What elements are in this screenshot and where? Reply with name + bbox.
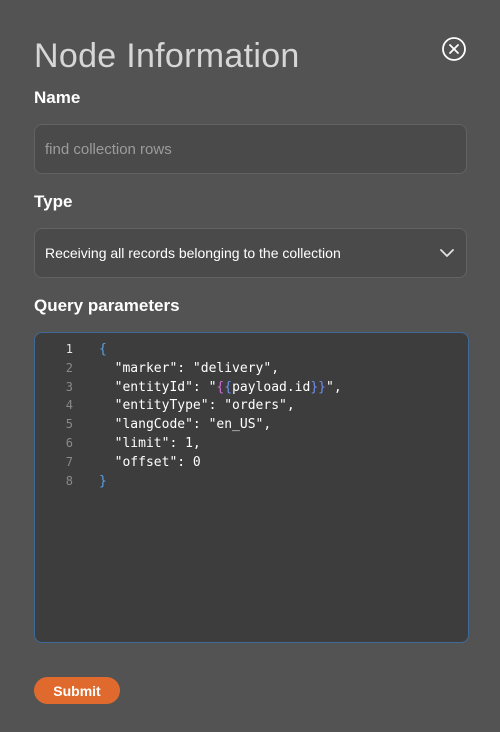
dialog-title: Node Information <box>34 37 300 75</box>
code-token: payload.id <box>232 379 311 395</box>
line-code: } <box>99 472 107 491</box>
code-line: 8} <box>35 472 468 491</box>
code-line: 4 "entityType": "orders", <box>35 396 468 415</box>
code-line: 6 "limit": 1, <box>35 434 468 453</box>
line-code: "limit": 1, <box>99 434 201 453</box>
code-token: "langCode": "en_US", <box>114 417 272 433</box>
type-label: Type <box>34 192 73 211</box>
name-label: Name <box>34 88 81 107</box>
name-field-container <box>34 124 467 174</box>
code-token: { <box>99 342 107 357</box>
code-line: 7 "offset": 0 <box>35 453 468 472</box>
type-select[interactable]: Receiving all records belonging to the c… <box>34 228 467 278</box>
line-code: "marker": "delivery", <box>99 359 279 378</box>
code-token: "marker": "delivery", <box>114 360 280 376</box>
line-code: "offset": 0 <box>99 453 201 472</box>
submit-button[interactable]: Submit <box>34 677 120 704</box>
code-token: "entityType": "orders", <box>114 398 295 414</box>
line-number: 3 <box>65 379 73 394</box>
close-button[interactable] <box>441 36 467 62</box>
code-line: 2 "marker": "delivery", <box>35 359 468 378</box>
code-line: 5 "langCode": "en_US", <box>35 415 468 434</box>
line-number: 5 <box>65 417 73 432</box>
name-input[interactable] <box>45 125 455 173</box>
code-token: "offset": 0 <box>114 454 201 470</box>
code-token: "entityId": " <box>114 379 217 395</box>
line-number: 2 <box>65 360 73 375</box>
chevron-down-icon <box>440 249 454 257</box>
line-number: 1 <box>65 342 73 356</box>
line-code: { <box>99 340 107 359</box>
code-token: }} <box>310 379 326 395</box>
query-parameters-label: Query parameters <box>34 296 180 315</box>
code-token: { <box>224 379 233 395</box>
close-circle-icon <box>442 37 466 61</box>
line-code: "entityId": "{{payload.id}}", <box>99 378 342 397</box>
code-token: "limit": 1, <box>114 436 201 451</box>
line-number: 8 <box>65 473 73 488</box>
line-number: 6 <box>65 436 73 450</box>
line-code: "entityType": "orders", <box>99 396 295 415</box>
node-information-dialog: Node Information Name Type Receiving all… <box>0 0 500 732</box>
line-number: 7 <box>65 454 73 469</box>
code-token: } <box>99 473 107 489</box>
code-token: ", <box>326 379 342 395</box>
line-number: 4 <box>65 398 73 413</box>
type-select-value: Receiving all records belonging to the c… <box>45 245 341 261</box>
line-code: "langCode": "en_US", <box>99 415 272 434</box>
code-line: 3 "entityId": "{{payload.id}}", <box>35 378 468 397</box>
query-code-editor[interactable]: 1{2 "marker": "delivery", 3 "entityId": "… <box>34 332 469 643</box>
code-line: 1{ <box>35 340 468 359</box>
